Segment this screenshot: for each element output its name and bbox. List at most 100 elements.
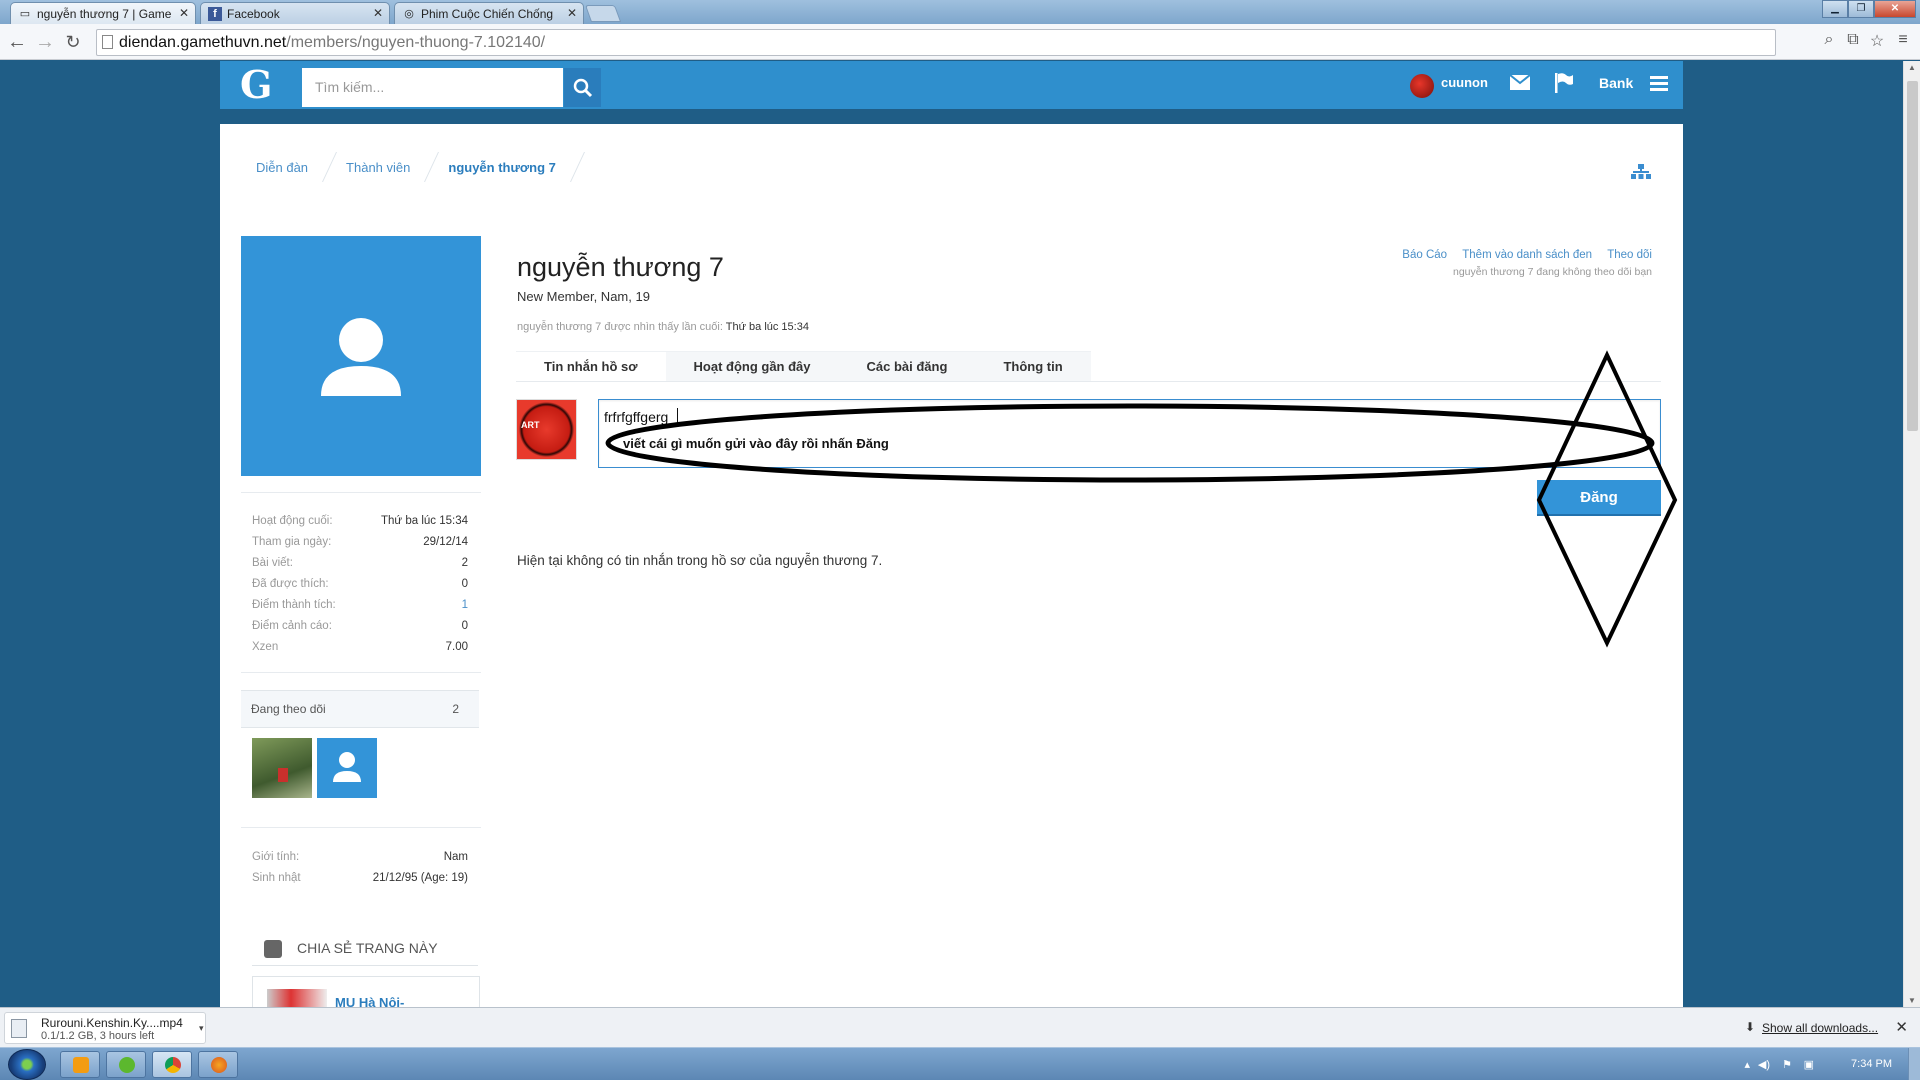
close-icon[interactable]: ✕ — [179, 6, 189, 20]
network-icon[interactable]: ▣ — [1804, 1058, 1814, 1071]
browser-tab-bar: ▭ nguyễn thương 7 | Game ✕ f Facebook ✕ … — [0, 0, 1920, 24]
divider — [241, 672, 481, 673]
info-label: Giới tính: — [252, 851, 300, 863]
download-bar: Rurouni.Kenshin.Ky....mp4 0.1/1.2 GB, 3 … — [0, 1007, 1920, 1047]
last-seen: nguyễn thương 7 được nhìn thấy lần cuối:… — [517, 321, 809, 333]
info-row: Giới tính: Nam — [252, 847, 468, 868]
divider — [241, 492, 481, 493]
member-info: Giới tính: Nam Sinh nhật 21/12/95 (Age: 19… — [252, 847, 468, 889]
close-icon[interactable]: ✕ — [1895, 1018, 1908, 1036]
maximize-button[interactable]: ❐ — [1848, 0, 1874, 18]
following-count: 2 — [452, 702, 459, 716]
follow-link[interactable]: Theo dõi — [1607, 249, 1652, 261]
show-all-downloads-link[interactable]: Show all downloads... — [1762, 1021, 1878, 1035]
browser-tab-facebook[interactable]: f Facebook ✕ — [200, 2, 390, 24]
window-controls: ▁ ❐ ✕ — [1822, 0, 1916, 18]
profile-avatar[interactable] — [241, 236, 481, 476]
site-logo[interactable]: G — [240, 64, 272, 106]
close-icon[interactable]: ✕ — [373, 6, 383, 20]
chrome-taskbar-icon[interactable] — [152, 1051, 192, 1078]
page-icon — [102, 35, 113, 49]
header-username[interactable]: cuunon — [1441, 75, 1488, 90]
scrollbar-thumb[interactable] — [1907, 81, 1918, 431]
followed-user-avatar[interactable] — [252, 738, 312, 798]
zoom-icon[interactable]: ⌕ — [1818, 31, 1840, 49]
show-desktop-button[interactable] — [1908, 1048, 1920, 1080]
poster-avatar[interactable]: ART — [516, 399, 577, 460]
download-icon: ⬇ — [1745, 1020, 1756, 1034]
reload-icon[interactable]: ↻ — [62, 31, 84, 53]
stat-label: Tham gia ngày: — [252, 536, 332, 548]
file-icon — [11, 1019, 27, 1038]
follow-status: nguyễn thương 7 đang không theo dõi bạn — [1453, 266, 1652, 278]
profile-post-textarea[interactable]: frfrfgffgerg — [598, 399, 1661, 468]
page-icon: ▭ — [19, 8, 31, 20]
star-icon[interactable]: ☆ — [1866, 31, 1888, 51]
stat-value-link[interactable]: 1 — [462, 595, 468, 616]
hamburger-menu-icon[interactable] — [1650, 76, 1668, 97]
firefox-taskbar-icon[interactable] — [198, 1051, 238, 1078]
browser-tab-active[interactable]: ▭ nguyễn thương 7 | Game ✕ — [10, 2, 196, 24]
scroll-up-icon[interactable]: ▲ — [1908, 63, 1916, 72]
tab-postings[interactable]: Các bài đăng — [838, 351, 976, 381]
back-icon[interactable]: ← — [6, 31, 28, 53]
post-button[interactable]: Đăng — [1537, 480, 1661, 516]
breadcrumb-item[interactable]: Thành viên — [328, 148, 430, 188]
scroll-down-icon[interactable]: ▼ — [1908, 996, 1916, 1005]
flag-tray-icon[interactable]: ⚑ — [1782, 1058, 1792, 1071]
close-icon[interactable]: ✕ — [567, 6, 577, 20]
last-seen-value: Thứ ba lúc 15:34 — [725, 321, 809, 333]
stat-value: 29/12/14 — [423, 536, 468, 548]
forward-icon[interactable]: → — [34, 31, 56, 53]
volume-icon[interactable]: ◀) — [1758, 1058, 1770, 1071]
profile-tabs: Tin nhắn hồ sơ Hoạt động gần đây Các bài… — [516, 351, 1091, 381]
ignore-link[interactable]: Thêm vào danh sách đen — [1462, 249, 1592, 261]
page-scrollbar[interactable]: ▲ ▼ — [1903, 61, 1920, 1007]
minimize-button[interactable]: ▁ — [1822, 0, 1848, 18]
browser-tab-movie[interactable]: ◎ Phim Cuộc Chiến Chống ✕ — [394, 2, 584, 24]
site-header: G Tìm kiếm... cuunon Bank — [220, 61, 1683, 109]
search-input[interactable]: Tìm kiếm... — [302, 68, 563, 107]
breadcrumb: Diễn đàn Thành viên nguyễn thương 7 — [238, 148, 576, 188]
clock[interactable]: 7:34 PM — [1832, 1058, 1892, 1070]
taskbar: ▴ ◀) ⚑ ▣ 7:34 PM — [0, 1047, 1920, 1080]
search-button[interactable] — [564, 68, 601, 107]
url-path: /members/nguyen-thuong-7.102140/ — [286, 34, 546, 51]
breadcrumb-item[interactable]: Diễn đàn — [238, 148, 328, 188]
user-avatar[interactable] — [1410, 74, 1434, 98]
following-header[interactable]: Đang theo dõi 2 — [241, 690, 479, 728]
tab-information[interactable]: Thông tin — [975, 351, 1091, 381]
bank-link[interactable]: Bank — [1599, 75, 1633, 91]
chevron-down-icon[interactable]: ▾ — [199, 1023, 204, 1034]
new-tab-button[interactable] — [584, 5, 622, 22]
download-item[interactable]: Rurouni.Kenshin.Ky....mp4 0.1/1.2 GB, 3 … — [4, 1012, 206, 1044]
tray-expand-icon[interactable]: ▴ — [1744, 1058, 1750, 1071]
address-bar[interactable]: diendan.gamethuvn.net/members/nguyen-thu… — [96, 29, 1776, 56]
start-button[interactable] — [8, 1049, 46, 1080]
stat-row: Xzen 7.00 — [252, 637, 468, 658]
info-label: Sinh nhật — [252, 872, 301, 884]
mail-icon[interactable] — [1509, 74, 1531, 95]
flag-icon[interactable] — [1555, 73, 1573, 98]
breadcrumb-current[interactable]: nguyễn thương 7 — [430, 148, 576, 188]
tab-recent-activity[interactable]: Hoạt động gần đây — [665, 351, 839, 381]
utorrent-taskbar-icon[interactable] — [106, 1051, 146, 1078]
report-link[interactable]: Báo Cáo — [1402, 249, 1447, 261]
stat-value: 0 — [461, 578, 468, 590]
translate-icon[interactable]: ⧉ — [1842, 31, 1864, 49]
close-window-button[interactable]: ✕ — [1874, 0, 1916, 18]
annotation-hint: viết cái gì muốn gửi vào đây rồi nhấn Đă… — [623, 436, 889, 451]
facebook-icon: f — [208, 7, 222, 21]
sitemap-icon[interactable] — [1631, 164, 1651, 180]
tab-title: nguyễn thương 7 | Game — [37, 7, 172, 21]
stat-row: Điểm thành tích: 1 — [252, 595, 468, 616]
stat-label: Điểm cảnh cáo: — [252, 620, 332, 632]
stat-row: Đã được thích: 0 — [252, 574, 468, 595]
menu-icon[interactable]: ≡ — [1892, 31, 1914, 49]
followed-user-avatar[interactable] — [317, 738, 377, 798]
share-card[interactable]: MU Hà Nội- — [252, 976, 480, 1008]
media-player-taskbar-icon[interactable] — [60, 1051, 100, 1078]
tab-profile-posts[interactable]: Tin nhắn hồ sơ — [516, 351, 666, 381]
share-icon — [264, 940, 282, 958]
textarea-value: frfrfgffgerg — [604, 409, 669, 425]
